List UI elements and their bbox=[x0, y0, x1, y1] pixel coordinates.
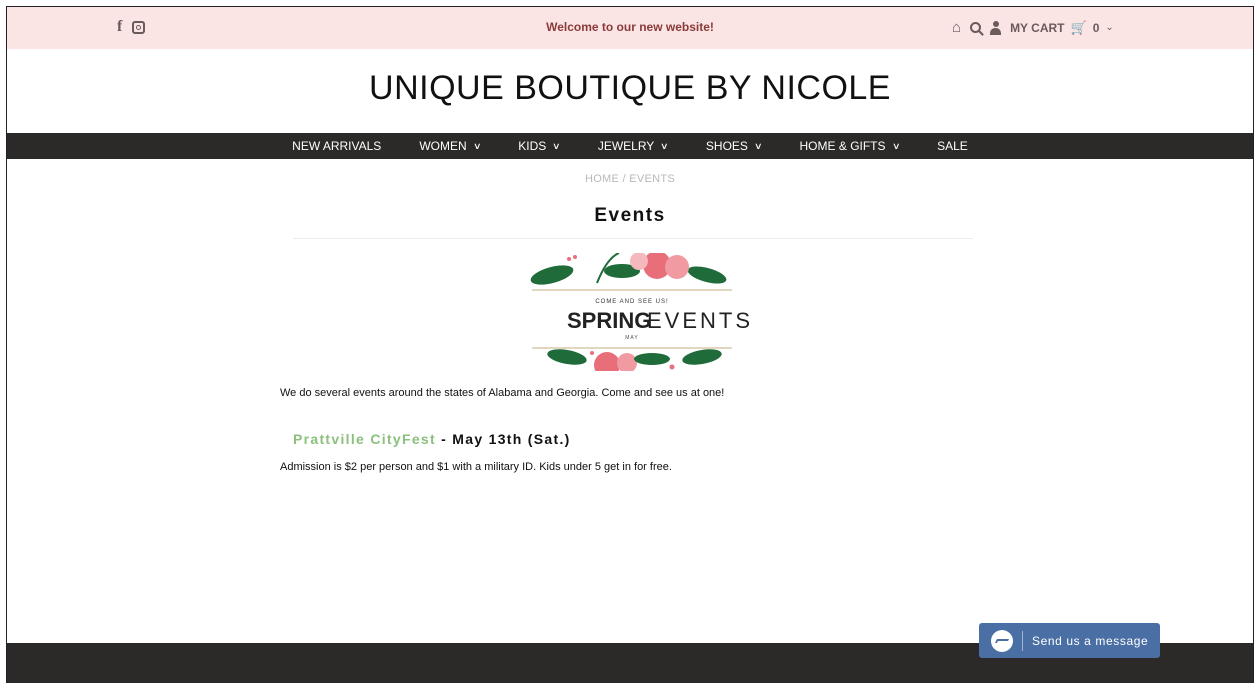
cart-count: 0 bbox=[1092, 20, 1100, 35]
divider bbox=[1022, 630, 1023, 651]
divider bbox=[293, 238, 973, 239]
intro-text: We do several events around the states o… bbox=[280, 387, 725, 399]
announcement-bar: f Welcome to our new website! ⌂ MY CART … bbox=[7, 7, 1253, 49]
event-heading: Prattville CityFest - May 13th (Sat.) bbox=[293, 431, 571, 447]
nav-label: NEW ARRIVALS bbox=[292, 139, 382, 153]
messenger-icon bbox=[991, 629, 1013, 652]
account-icon[interactable] bbox=[990, 20, 1002, 35]
home-icon[interactable]: ⌂ bbox=[952, 19, 961, 36]
banner-subtitle: MAY bbox=[625, 335, 638, 341]
utility-nav: ⌂ MY CART 🛒 0 ⌄ bbox=[952, 19, 1114, 36]
nav-label: SHOES bbox=[705, 139, 748, 153]
event-link[interactable]: Prattville CityFest bbox=[293, 431, 436, 447]
cart-link[interactable]: MY CART 🛒 0 ⌄ bbox=[1010, 20, 1114, 36]
cart-label: MY CART bbox=[1010, 20, 1065, 35]
send-message-button[interactable]: Send us a message bbox=[979, 623, 1160, 658]
chevron-down-icon: ∨ bbox=[891, 140, 901, 151]
page-title: Events bbox=[594, 205, 666, 226]
breadcrumb[interactable]: HOME / EVENTS bbox=[7, 173, 1253, 185]
nav-item-kids[interactable]: KIDS ∨ bbox=[518, 139, 561, 153]
banner-title-light: EVENTS bbox=[647, 308, 753, 333]
event-date: - May 13th (Sat.) bbox=[435, 431, 571, 447]
chevron-down-icon: ⌄ bbox=[1105, 22, 1114, 33]
nav-item-new-arrivals[interactable]: NEW ARRIVALS bbox=[292, 139, 381, 153]
chevron-down-icon: ∨ bbox=[472, 140, 482, 151]
chevron-down-icon: ∨ bbox=[753, 140, 763, 151]
nav-label: HOME & GIFTS bbox=[799, 139, 886, 153]
nav-item-home-gifts[interactable]: HOME & GIFTS ∨ bbox=[799, 139, 901, 153]
event-description: Admission is $2 per person and $1 with a… bbox=[280, 461, 672, 473]
nav-label: SALE bbox=[937, 139, 968, 153]
nav-label: WOMEN bbox=[419, 139, 467, 153]
chevron-down-icon: ∨ bbox=[552, 140, 561, 151]
main-nav: NEW ARRIVALS WOMEN ∨ KIDS ∨ JEWELRY ∨ SHOES… bbox=[7, 133, 1253, 159]
banner-kicker: COME AND SEE US! bbox=[595, 299, 668, 305]
chevron-down-icon: ∨ bbox=[660, 140, 669, 151]
nav-label: KIDS bbox=[518, 139, 547, 153]
send-message-label: Send us a message bbox=[1032, 633, 1149, 648]
page-frame: f Welcome to our new website! ⌂ MY CART … bbox=[6, 6, 1254, 683]
floral-top bbox=[530, 253, 727, 285]
nav-item-women[interactable]: WOMEN ∨ bbox=[419, 139, 482, 153]
site-logo[interactable]: UNIQUE BOUTIQUE BY NICOLE bbox=[7, 69, 1253, 108]
banner-title-bold: SPRING bbox=[567, 308, 651, 333]
cart-icon: 🛒 bbox=[1070, 19, 1087, 35]
nav-item-sale[interactable]: SALE bbox=[937, 139, 968, 153]
nav-label: JEWELRY bbox=[597, 139, 655, 153]
search-icon[interactable] bbox=[970, 22, 982, 33]
nav-item-jewelry[interactable]: JEWELRY ∨ bbox=[597, 139, 669, 153]
spring-events-banner: COME AND SEE US! SPRING EVENTS MAY bbox=[530, 253, 753, 371]
nav-item-shoes[interactable]: SHOES ∨ bbox=[705, 139, 763, 153]
floral-bottom bbox=[547, 349, 722, 371]
